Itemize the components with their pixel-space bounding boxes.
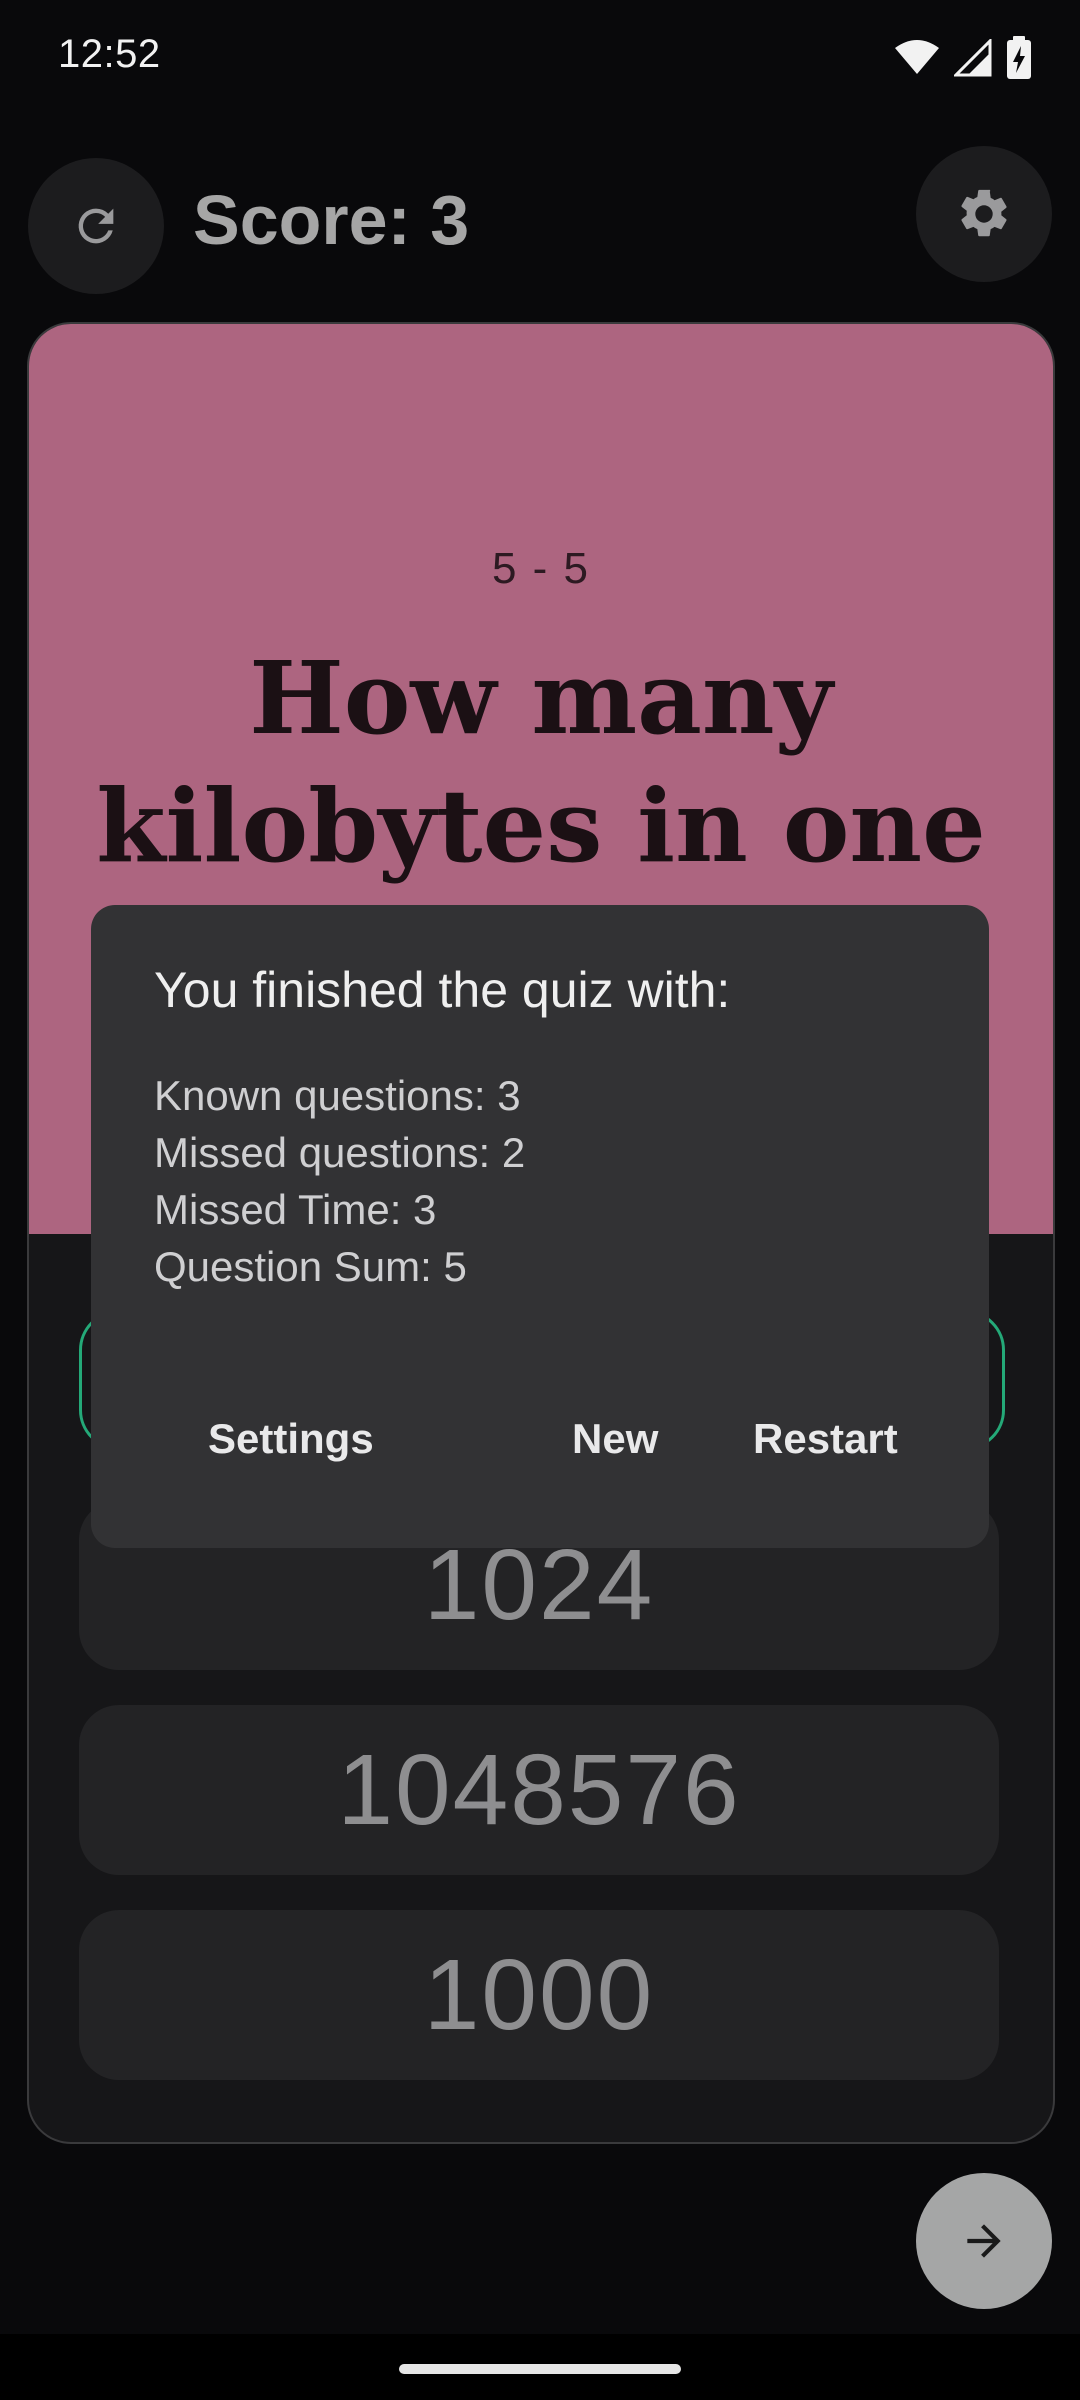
refresh-icon (78, 208, 114, 244)
status-bar: 12:52 (0, 0, 1080, 120)
missed-questions: Missed questions: 2 (154, 1129, 526, 1176)
status-time: 12:52 (58, 32, 161, 76)
settings-button[interactable] (916, 146, 1052, 282)
gear-icon (961, 189, 1007, 237)
answer-option[interactable]: 1000 (79, 1910, 999, 2080)
score-label: Score: 3 (193, 181, 470, 259)
signal-icon (954, 39, 992, 77)
question-sum: Question Sum: 5 (154, 1243, 467, 1290)
question-progress: 5 - 5 (491, 544, 591, 593)
next-button[interactable] (916, 2173, 1052, 2309)
dialog-body: Known questions: 3 Missed questions: 2 M… (154, 1067, 525, 1295)
home-indicator[interactable] (399, 2364, 681, 2374)
missed-time: Missed Time: 3 (154, 1186, 437, 1233)
question-text: How many kilobytes in one (96, 639, 986, 885)
battery-icon (1007, 36, 1031, 79)
answer-option[interactable]: 1048576 (79, 1705, 999, 1875)
dialog-new-button[interactable]: New (572, 1415, 658, 1463)
wifi-icon (895, 40, 939, 74)
dialog-title: You finished the quiz with: (154, 962, 731, 1018)
status-icons (894, 36, 1032, 80)
known-questions: Known questions: 3 (154, 1072, 521, 1119)
quiz-result-dialog: You finished the quiz with: Known questi… (91, 905, 989, 1548)
app-root: 12:52 Score: 3 5 - 5 How many kilobytes … (0, 0, 1080, 2400)
dialog-restart-button[interactable]: Restart (753, 1415, 898, 1463)
refresh-button[interactable] (28, 158, 164, 294)
arrow-right-icon (967, 2224, 1001, 2258)
dialog-settings-button[interactable]: Settings (208, 1415, 374, 1463)
